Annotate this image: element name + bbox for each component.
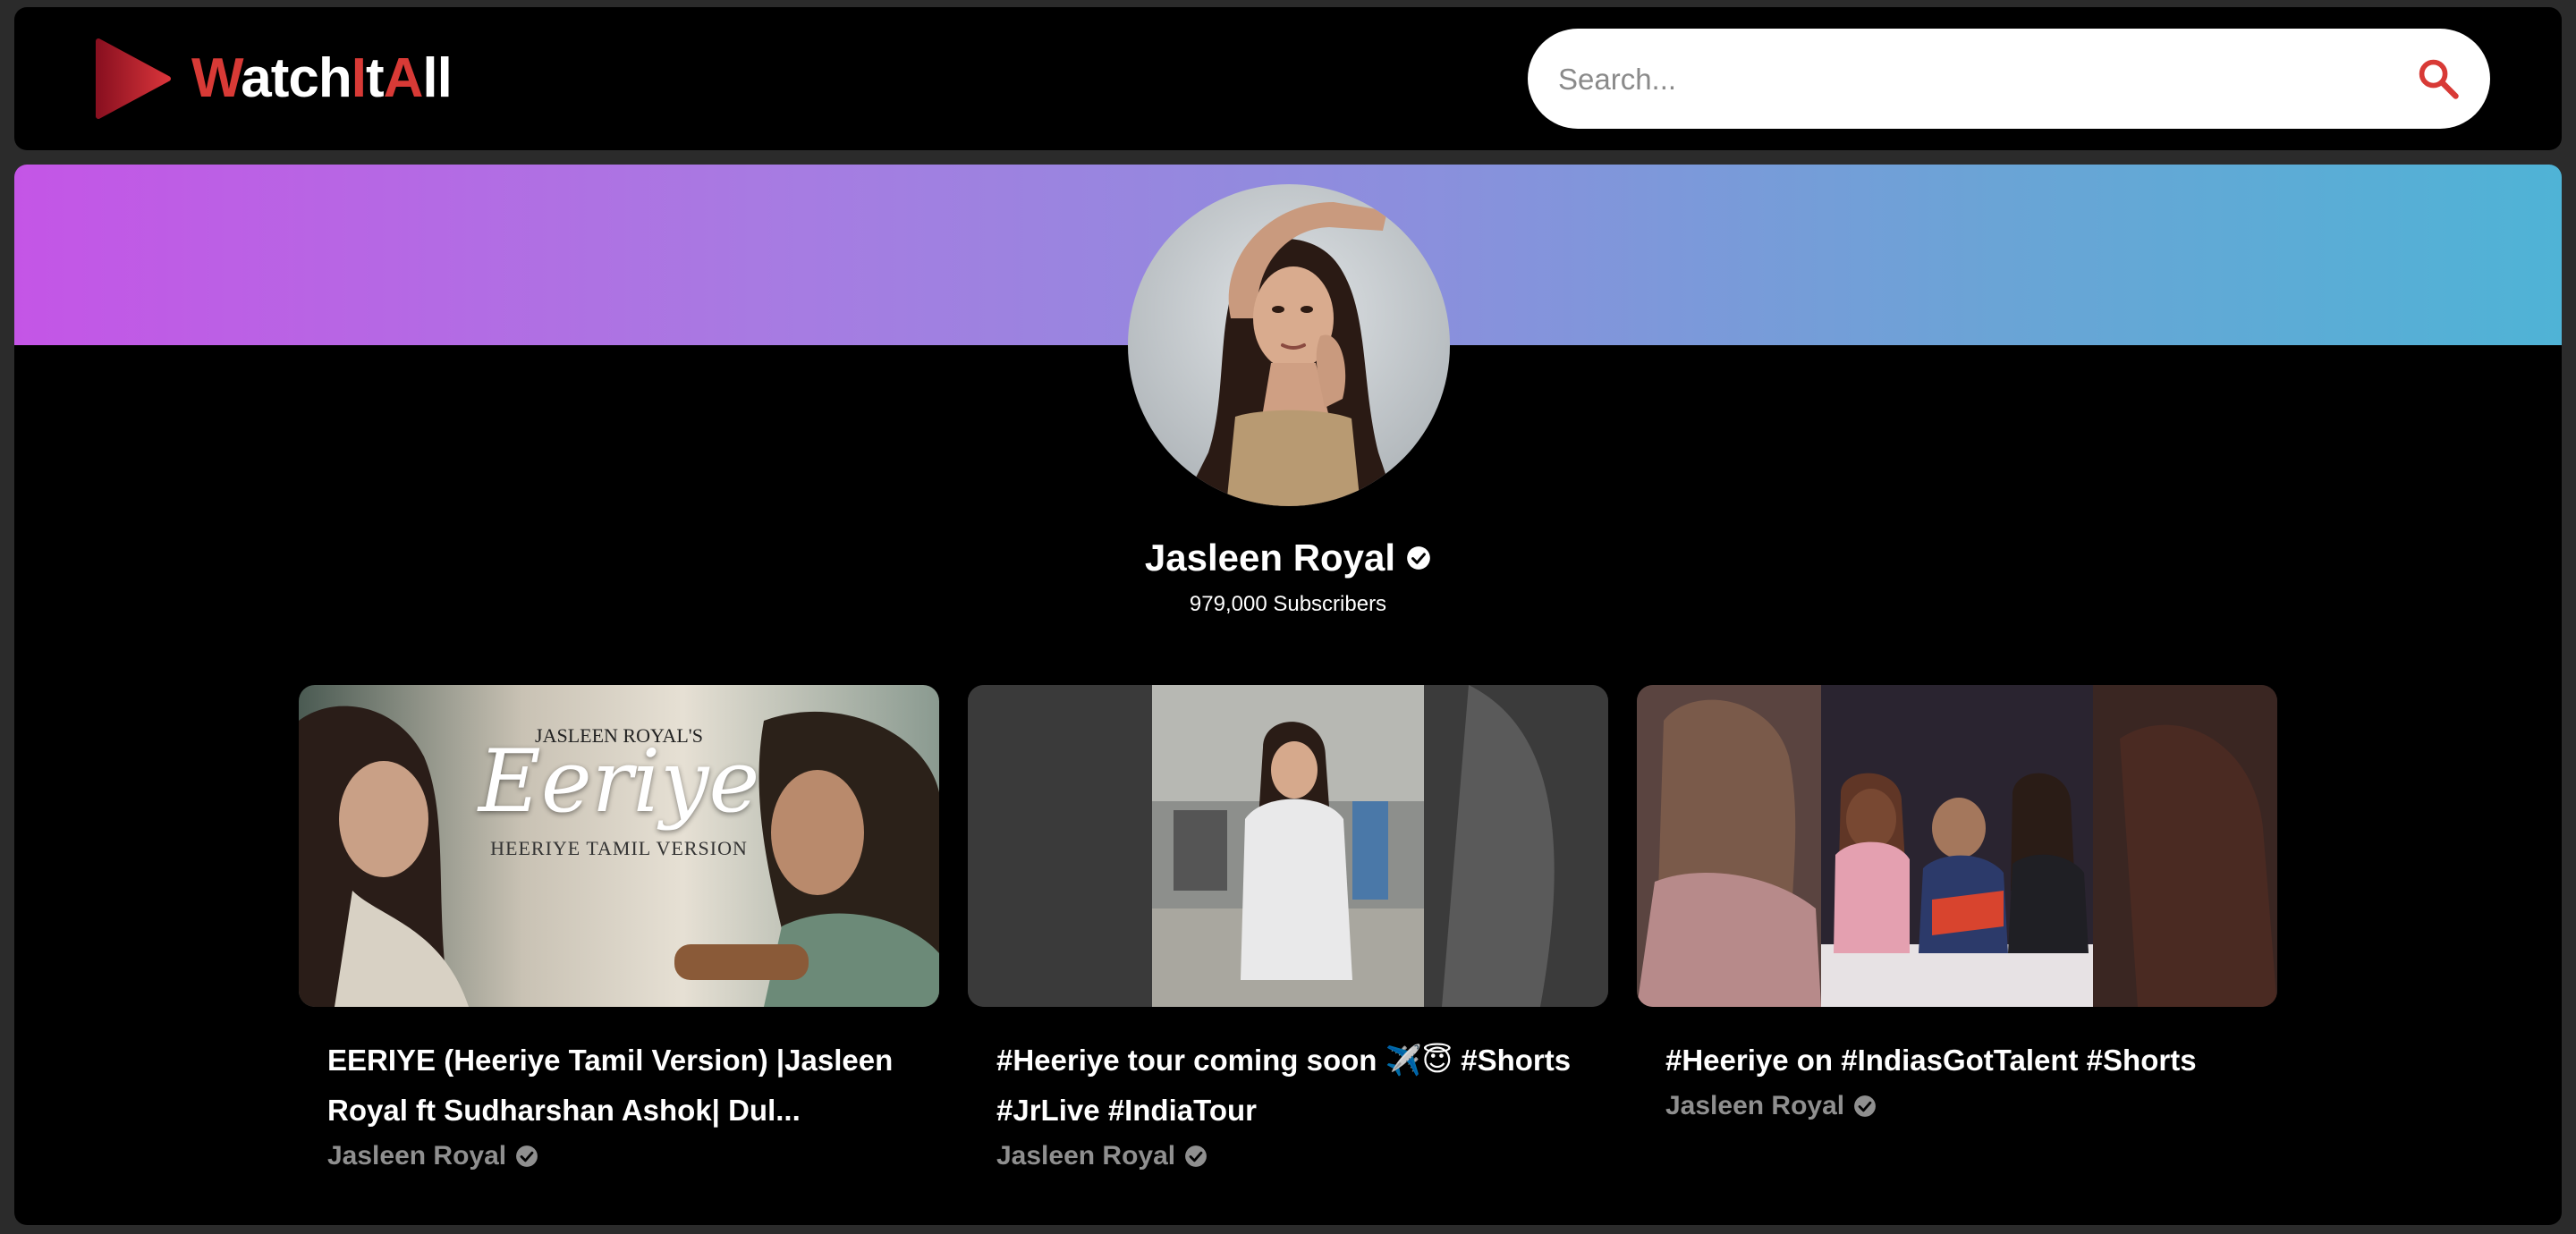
video-title-line-1: EERIYE (Heeriye Tamil Version) |Jasleen xyxy=(327,1044,894,1077)
video-title-line-2: #JrLive #IndiaTour xyxy=(996,1094,1257,1127)
logo-letter-a: A xyxy=(383,47,424,109)
verified-check-icon xyxy=(1185,1145,1208,1167)
video-thumbnail[interactable] xyxy=(968,685,1608,1007)
video-title-line-2: Royal ft Sudharshan Ashok| Dul... xyxy=(327,1094,801,1127)
video-title-line-1: #Heeriye on #IndiasGotTalent #Shorts xyxy=(1665,1044,2197,1077)
logo-text-atch: atch xyxy=(241,47,352,109)
video-channel[interactable]: Jasleen Royal xyxy=(996,1141,1580,1171)
play-logo-icon xyxy=(96,38,171,119)
video-channel[interactable]: Jasleen Royal xyxy=(327,1141,911,1171)
video-title-line-1: #Heeriye tour coming soon ✈️😇 #Shorts xyxy=(996,1044,1572,1077)
logo-letter-t: t xyxy=(365,47,385,109)
watchitall-logo[interactable]: WatchItAll xyxy=(89,36,453,122)
video-title[interactable]: EERIYE (Heeriye Tamil Version) |Jasleen … xyxy=(327,1035,911,1136)
channel-page: Jasleen Royal 979,000 Subscribers JASLEE… xyxy=(14,165,2562,1225)
channel-avatar[interactable] xyxy=(1128,184,1450,506)
channel-name-row: Jasleen Royal xyxy=(14,537,2562,579)
logo-wordmark: WatchItAll xyxy=(191,51,453,106)
video-channel[interactable]: Jasleen Royal xyxy=(1665,1091,2249,1121)
video-card[interactable]: #Heeriye tour coming soon ✈️😇 #Shorts #J… xyxy=(968,685,1608,1171)
video-channel-name: Jasleen Royal xyxy=(996,1141,1176,1171)
search-bar xyxy=(1528,29,2490,131)
top-navigation-bar: WatchItAll xyxy=(14,7,2562,150)
subscriber-count: 979,000 Subscribers xyxy=(1189,592,1387,616)
thumbnail-image xyxy=(1637,685,2277,1007)
thumbnail-image xyxy=(968,685,1608,1007)
avatar-image xyxy=(1128,184,1450,506)
thumbnail-big-title: Eeriye xyxy=(478,731,760,832)
logo-text-ll: ll xyxy=(422,47,452,109)
video-thumbnail[interactable]: JASLEEN ROYAL'S Eeriye HEERIYE TAMIL VER… xyxy=(299,685,939,1007)
video-title[interactable]: #Heeriye tour coming soon ✈️😇 #Shorts #J… xyxy=(996,1035,1580,1136)
logo-letter-w: W xyxy=(191,47,242,109)
video-title[interactable]: #Heeriye on #IndiasGotTalent #Shorts xyxy=(1665,1035,2249,1086)
video-channel-name: Jasleen Royal xyxy=(1665,1091,1845,1120)
verified-check-icon xyxy=(516,1145,538,1167)
search-input[interactable] xyxy=(1556,29,2401,131)
search-icon xyxy=(2419,59,2459,99)
search-button[interactable] xyxy=(2415,55,2462,102)
thumbnail-subtitle: HEERIYE TAMIL VERSION xyxy=(490,837,748,859)
verified-check-icon xyxy=(1854,1095,1877,1117)
video-channel-name: Jasleen Royal xyxy=(327,1141,507,1171)
verified-check-icon xyxy=(1407,546,1430,570)
video-card[interactable]: #Heeriye on #IndiasGotTalent #Shorts Jas… xyxy=(1637,685,2277,1121)
video-card[interactable]: JASLEEN ROYAL'S Eeriye HEERIYE TAMIL VER… xyxy=(299,685,939,1171)
channel-name: Jasleen Royal xyxy=(1144,537,1396,579)
video-thumbnail[interactable] xyxy=(1637,685,2277,1007)
logo-letter-i: I xyxy=(351,47,367,109)
